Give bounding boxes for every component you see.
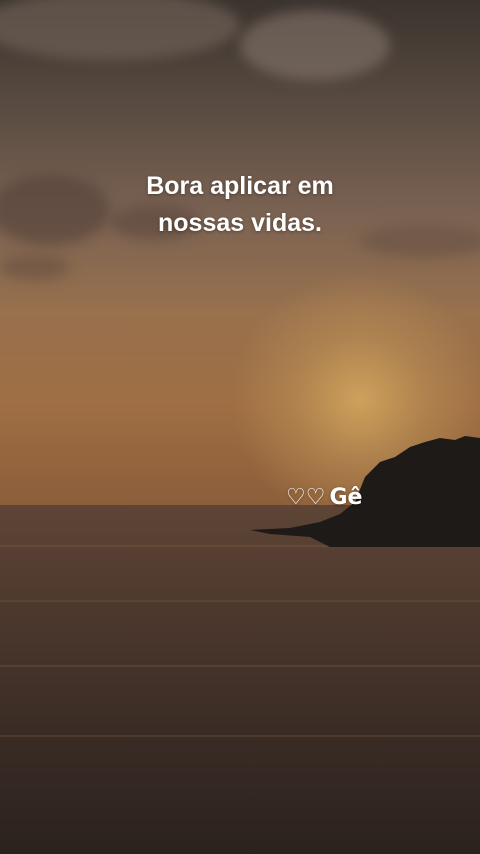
cloud (0, 255, 70, 280)
photo-background: Bora aplicar em nossas vidas. ♡♡ Gê (0, 0, 480, 854)
island-silhouette (250, 436, 480, 547)
wave-line (0, 600, 480, 602)
quote-line: Bora aplicar em (146, 172, 334, 200)
quote-text: Bora aplicar em nossas vidas. (90, 168, 390, 242)
sea (0, 505, 480, 854)
signature-name: Gê (329, 485, 363, 510)
wave-line (0, 735, 480, 737)
signature: ♡♡ Gê (286, 485, 362, 510)
quote-line: nossas vidas. (158, 209, 322, 237)
cloud (240, 10, 390, 80)
wave-line (0, 665, 480, 667)
heart-icon: ♡♡ (286, 485, 326, 510)
